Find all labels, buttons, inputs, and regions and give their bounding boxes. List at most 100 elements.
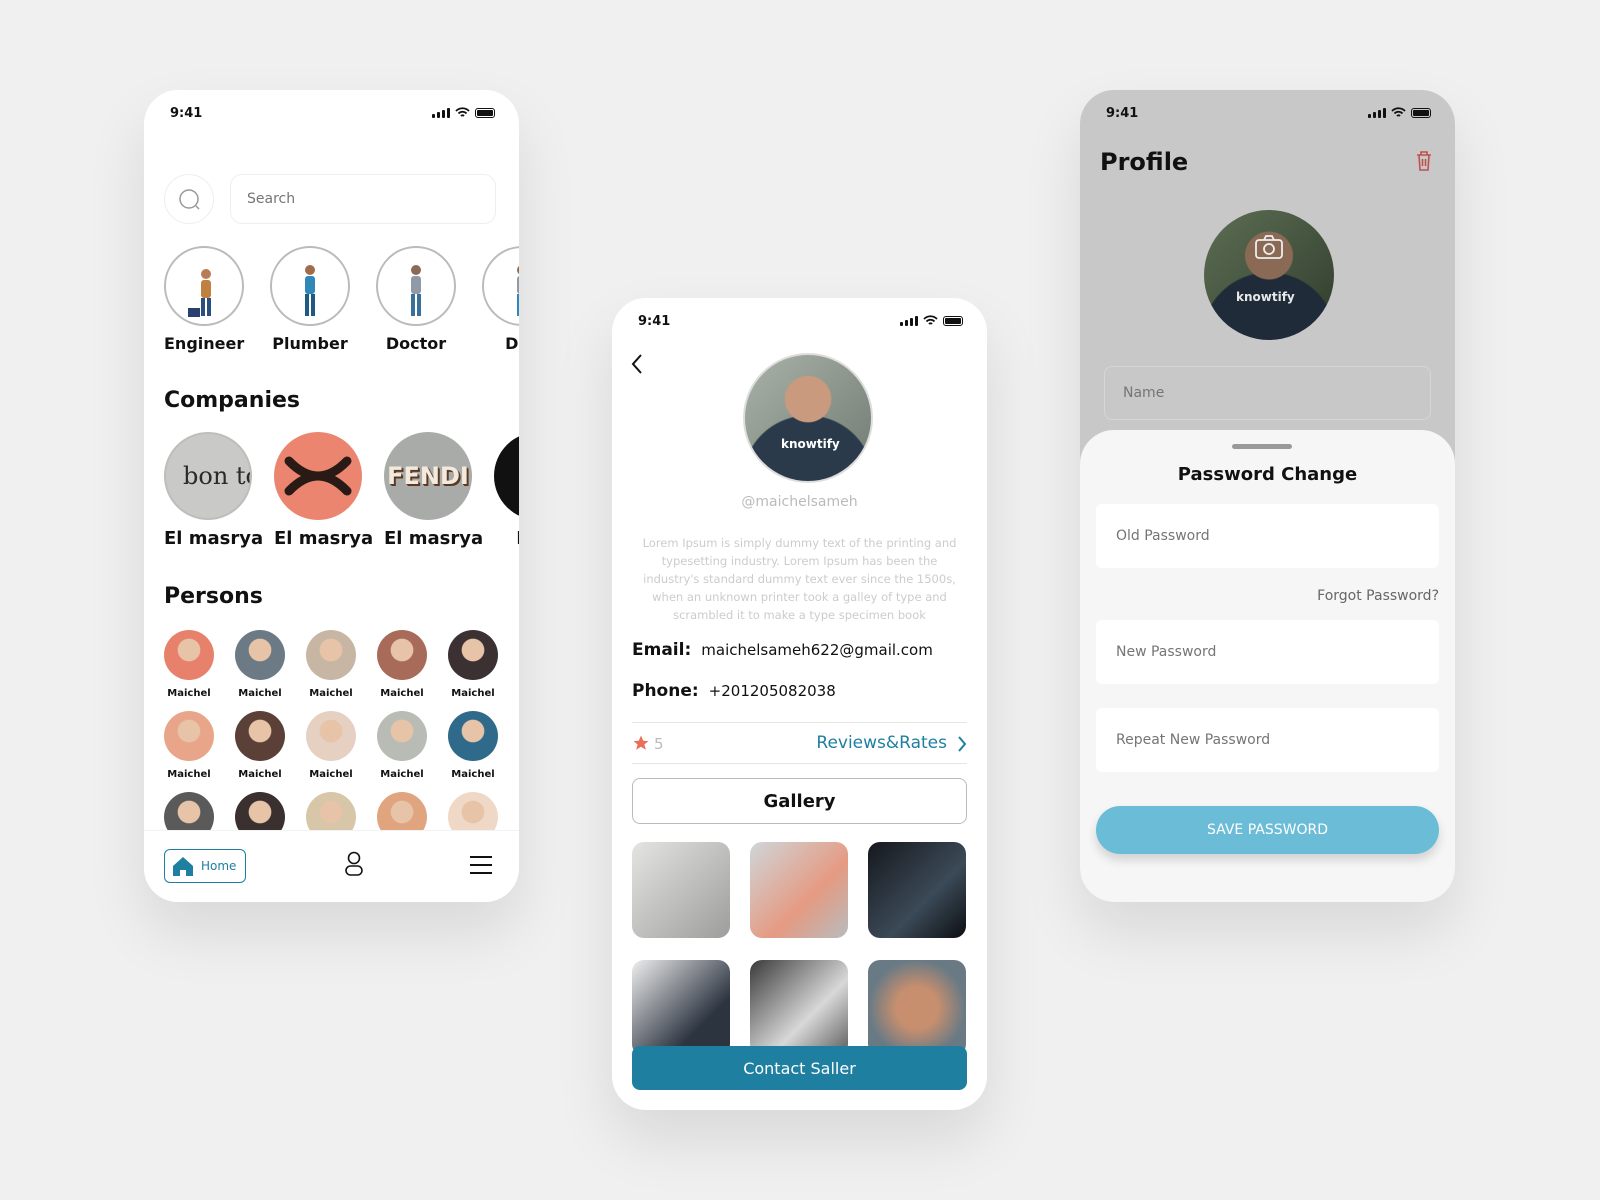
person-avatar: [235, 630, 285, 680]
gallery-image[interactable]: [750, 960, 848, 1056]
bonton-logo: bon ton: [164, 432, 252, 520]
gallery-image[interactable]: [750, 842, 848, 938]
doctor-figure-icon: [482, 246, 519, 326]
password-sheet: Password Change Forgot Password? SAVE PA…: [1080, 430, 1455, 902]
company-item[interactable]: El m: [494, 432, 519, 549]
nav-home-button[interactable]: Home: [164, 849, 246, 883]
person-avatar: [377, 630, 427, 680]
company-item[interactable]: bon ton El masrya: [164, 432, 264, 549]
person-name: Maichel: [309, 769, 353, 780]
new-password-field[interactable]: [1096, 620, 1439, 684]
user-icon[interactable]: [344, 851, 364, 877]
category-label: Doc: [505, 334, 519, 353]
gallery-image[interactable]: [868, 960, 966, 1056]
page-title: Profile: [1100, 148, 1189, 176]
status-bar: 9:41: [612, 298, 987, 338]
save-password-button[interactable]: SAVE PASSWORD: [1096, 806, 1439, 854]
phone-row: Phone: +201205082038: [632, 681, 836, 701]
company-item[interactable]: El masrya: [274, 432, 374, 549]
home-icon: [173, 857, 193, 876]
profile-avatar[interactable]: knowtify: [1204, 210, 1334, 340]
reviews-link[interactable]: Reviews&Rates: [816, 733, 947, 753]
home-screen: 9:41 Engineer Plumber Doctor: [144, 90, 519, 902]
gallery-image[interactable]: [868, 842, 966, 938]
gallery-image[interactable]: [632, 960, 730, 1056]
sheet-title: Password Change: [1177, 464, 1358, 485]
category-doctor[interactable]: Doctor: [376, 246, 456, 353]
gallery-image[interactable]: [632, 842, 730, 938]
doctor-figure-icon: [376, 246, 456, 326]
company-label: El m: [494, 528, 519, 549]
category-row: Engineer Plumber Doctor Doc: [164, 246, 519, 353]
person-item[interactable]: Maichel: [235, 711, 285, 780]
star-icon: [633, 735, 649, 750]
companies-heading: Companies: [164, 388, 300, 413]
chevron-right-icon: [958, 736, 967, 752]
sheet-grip[interactable]: [1232, 444, 1292, 449]
person-item[interactable]: Maichel: [377, 711, 427, 780]
company-label: El masrya: [164, 528, 264, 549]
name-field[interactable]: [1104, 366, 1431, 420]
company-item[interactable]: FENDI El masrya: [384, 432, 483, 549]
trash-icon[interactable]: [1415, 150, 1433, 172]
repeat-password-field[interactable]: [1096, 708, 1439, 772]
status-time: 9:41: [170, 106, 203, 121]
person-item[interactable]: Maichel: [377, 630, 427, 699]
category-label: Engineer: [164, 334, 245, 353]
fendi-logo: FENDI: [384, 432, 472, 520]
gallery-button[interactable]: Gallery: [632, 778, 967, 824]
person-item[interactable]: Maichel: [448, 711, 498, 780]
profile-handle: @maichelsameh: [741, 494, 858, 510]
category-doc[interactable]: Doc: [482, 246, 519, 353]
email-value[interactable]: maichelsameh622@gmail.com: [701, 641, 933, 659]
person-item[interactable]: Maichel: [164, 711, 214, 780]
forgot-password-link[interactable]: Forgot Password?: [1317, 588, 1439, 604]
battery-icon: [1411, 107, 1431, 118]
person-avatar: [164, 630, 214, 680]
person-avatar: [377, 711, 427, 761]
category-label: Doctor: [385, 334, 447, 353]
phone-label: Phone:: [632, 681, 699, 701]
person-item[interactable]: Maichel: [306, 630, 356, 699]
person-item[interactable]: Maichel: [448, 630, 498, 699]
person-name: Maichel: [238, 769, 282, 780]
battery-icon: [475, 107, 495, 118]
search-button[interactable]: [164, 174, 214, 224]
menu-icon[interactable]: [469, 855, 493, 875]
person-name: Maichel: [380, 769, 424, 780]
signal-icon: [900, 315, 918, 326]
shirt-brand-text: knowtify: [781, 437, 840, 451]
search-input[interactable]: [230, 174, 496, 224]
old-password-field[interactable]: [1096, 504, 1439, 568]
person-avatar: [235, 711, 285, 761]
engineer-figure-icon: [164, 246, 244, 326]
signal-icon: [432, 107, 450, 118]
reviews-row[interactable]: 5 Reviews&Rates: [632, 722, 967, 764]
person-name: Maichel: [238, 688, 282, 699]
category-label: Plumber: [272, 334, 348, 353]
gallery-grid: [632, 842, 966, 1056]
phone-value[interactable]: +201205082038: [709, 682, 836, 700]
category-plumber[interactable]: Plumber: [270, 246, 350, 353]
company-label: El masrya: [274, 528, 374, 549]
person-name: Maichel: [380, 688, 424, 699]
persons-heading: Persons: [164, 584, 263, 609]
category-engineer[interactable]: Engineer: [164, 246, 244, 353]
person-item[interactable]: Maichel: [306, 711, 356, 780]
profile-avatar: knowtify: [743, 353, 873, 483]
status-time: 9:41: [638, 314, 671, 329]
bottom-nav: Home: [144, 830, 519, 902]
search-icon: [179, 189, 200, 210]
person-avatar: [306, 630, 356, 680]
edit-profile-screen: 9:41 Profile knowtify Password Change Fo…: [1080, 90, 1455, 902]
person-item[interactable]: Maichel: [235, 630, 285, 699]
orange-knot-logo: [274, 432, 362, 520]
black-circle-logo: [494, 432, 519, 520]
wifi-icon: [1391, 107, 1406, 117]
battery-icon: [943, 315, 963, 326]
shirt-brand-text: knowtify: [1236, 290, 1295, 304]
person-item[interactable]: Maichel: [164, 630, 214, 699]
contact-seller-button[interactable]: Contact Saller: [632, 1046, 967, 1090]
profile-description: Lorem Ipsum is simply dummy text of the …: [642, 536, 957, 622]
back-arrow-icon[interactable]: [630, 352, 644, 376]
